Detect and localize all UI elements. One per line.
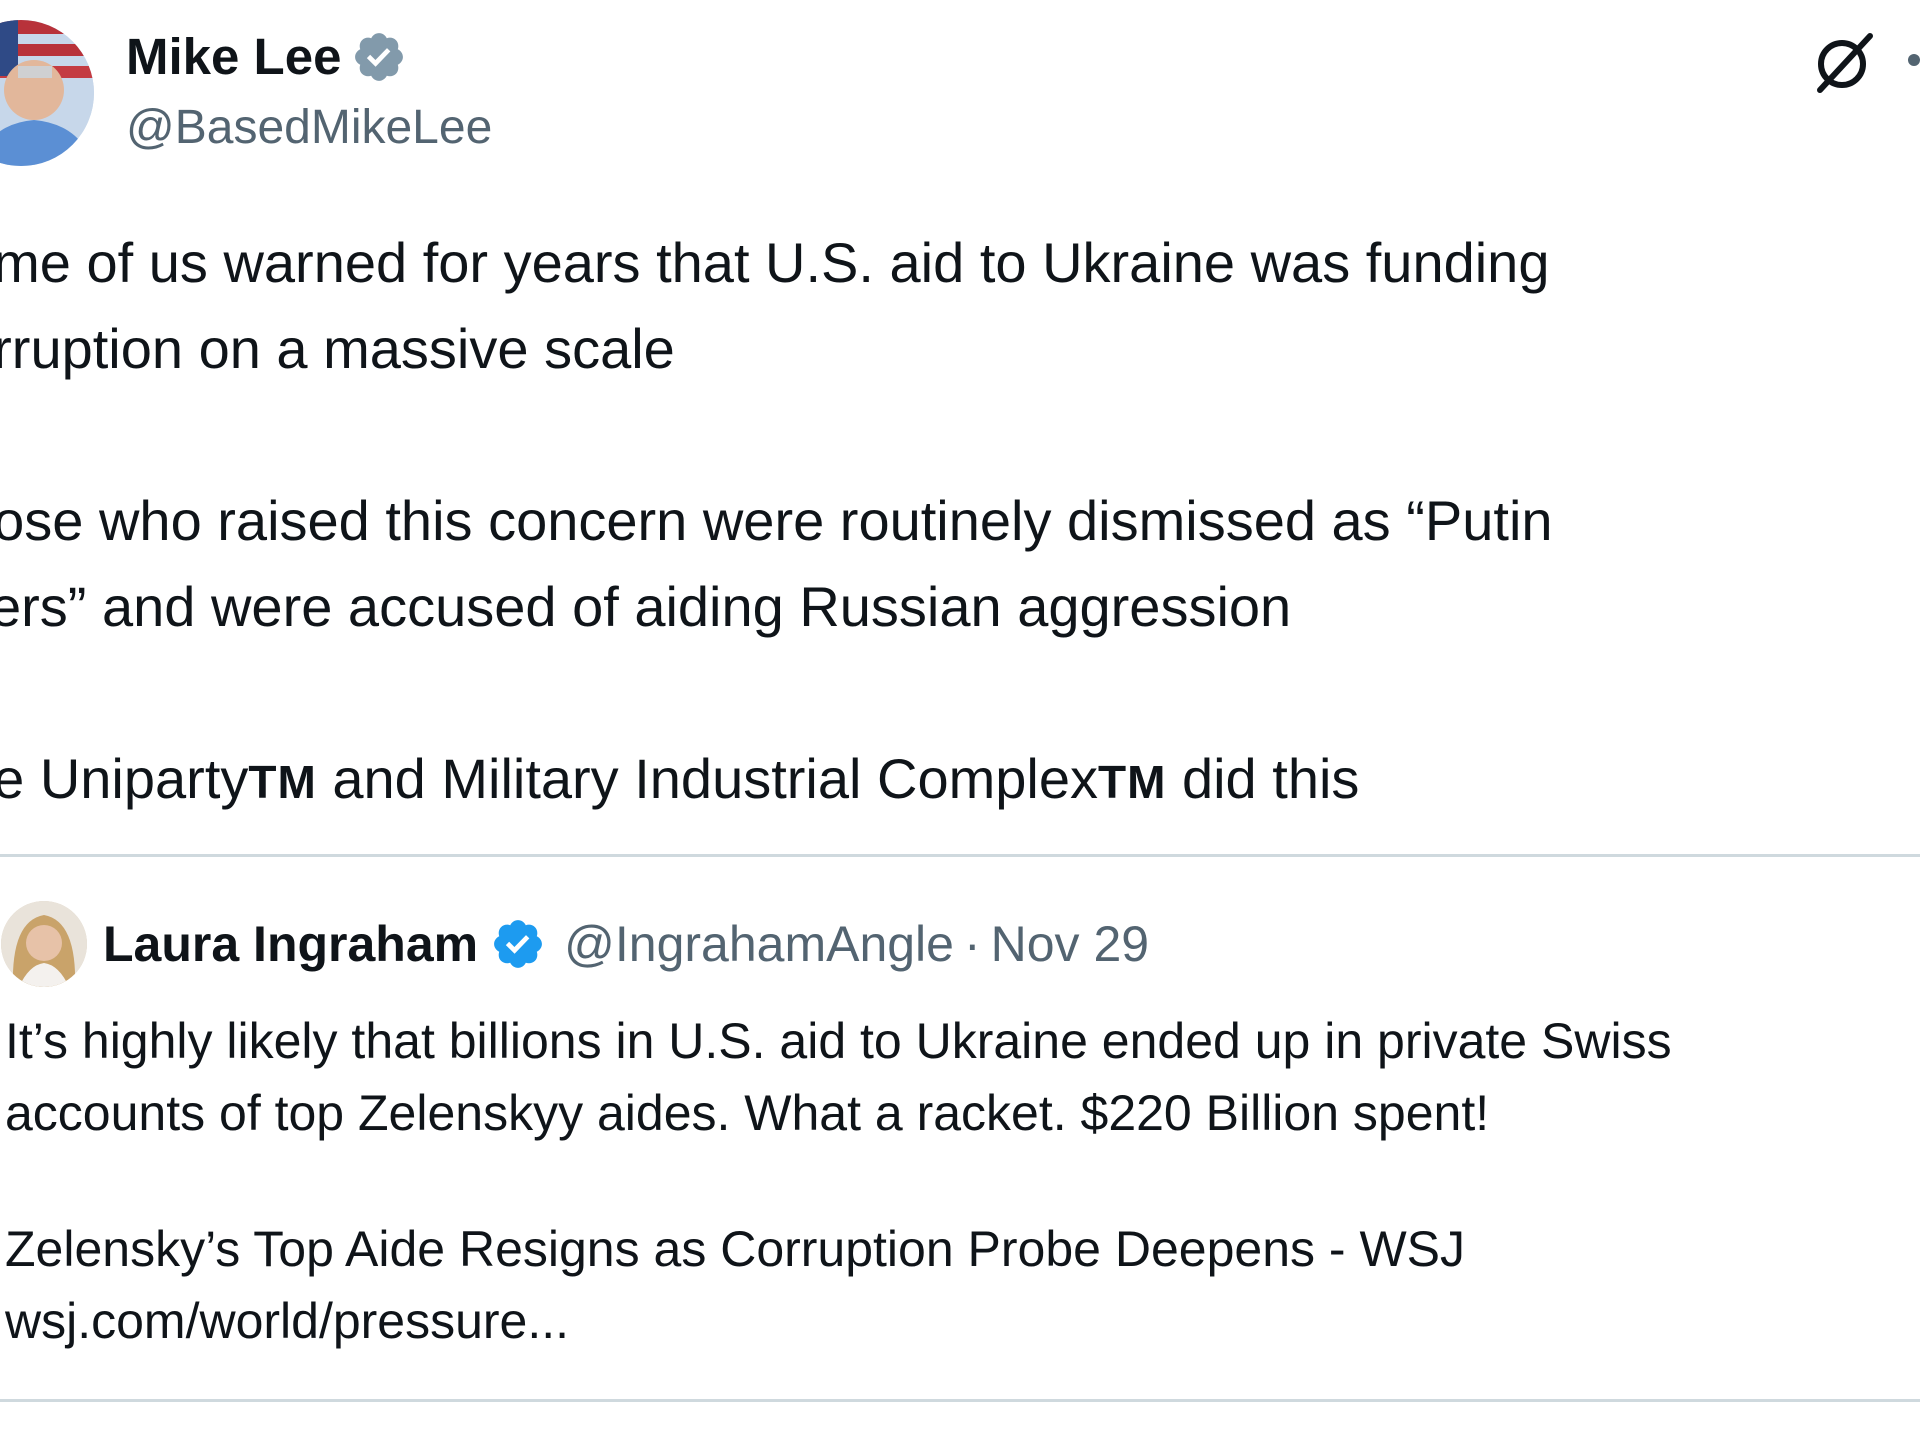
grok-icon[interactable]	[1808, 26, 1880, 98]
quoted-author-name[interactable]: Laura Ingraham	[103, 909, 478, 979]
quoted-link-preview[interactable]: Zelensky’s Top Aide Resigns as Corruptio…	[5, 1213, 1465, 1357]
tweet-paragraph: hose who raised this concern were routin…	[0, 489, 1553, 638]
quoted-tweet-card[interactable]: Laura Ingraham @IngrahamAngle · Nov 29 I…	[0, 854, 1920, 1402]
author-avatar[interactable]	[0, 20, 94, 166]
tweet-paragraph: ome of us warned for years that U.S. aid…	[0, 231, 1550, 380]
tweet-text-fragment: did this	[1166, 747, 1360, 810]
tweet-text-fragment: and Military Industrial Complex	[316, 747, 1098, 810]
trademark-symbol: TM	[1097, 756, 1167, 808]
more-icon[interactable]	[1908, 54, 1920, 66]
quoted-tweet-text: It’s highly likely that billions in U.S.…	[5, 1005, 1905, 1149]
author-avatar-image	[0, 20, 94, 166]
quoted-tweet-date[interactable]: Nov 29	[991, 909, 1149, 979]
tweet-text: ome of us warned for years that U.S. aid…	[0, 220, 1862, 825]
quoted-author-avatar-image	[1, 901, 87, 987]
quoted-text-line: It’s highly likely that billions in U.S.…	[5, 1013, 1672, 1069]
quoted-author-handle[interactable]: @IngrahamAngle	[564, 909, 954, 979]
verified-badge-icon	[494, 920, 543, 968]
quoted-author-avatar[interactable]	[1, 901, 87, 987]
link-url[interactable]: wsj.com/world/pressure...	[5, 1285, 1465, 1357]
author-name[interactable]: Mike Lee	[126, 24, 341, 90]
quoted-text-line: accounts of top Zelenskyy aides. What a …	[5, 1085, 1490, 1141]
tweet-text-fragment: he Uniparty	[0, 747, 249, 810]
separator-dot: ·	[963, 916, 981, 972]
trademark-symbol: TM	[248, 756, 317, 808]
verified-badge-icon	[355, 33, 404, 81]
tweet-paragraph: he UnipartyTM and Military Industrial Co…	[0, 736, 1862, 825]
quoted-tweet-header: Laura Ingraham @IngrahamAngle · Nov 29	[103, 909, 1149, 979]
author-handle[interactable]: @BasedMikeLee	[126, 96, 492, 160]
tweet-page: Mike Lee @BasedMikeLee ome of us warned …	[0, 0, 1920, 1438]
author-name-row[interactable]: Mike Lee	[126, 24, 407, 90]
link-title[interactable]: Zelensky’s Top Aide Resigns as Corruptio…	[5, 1213, 1465, 1285]
